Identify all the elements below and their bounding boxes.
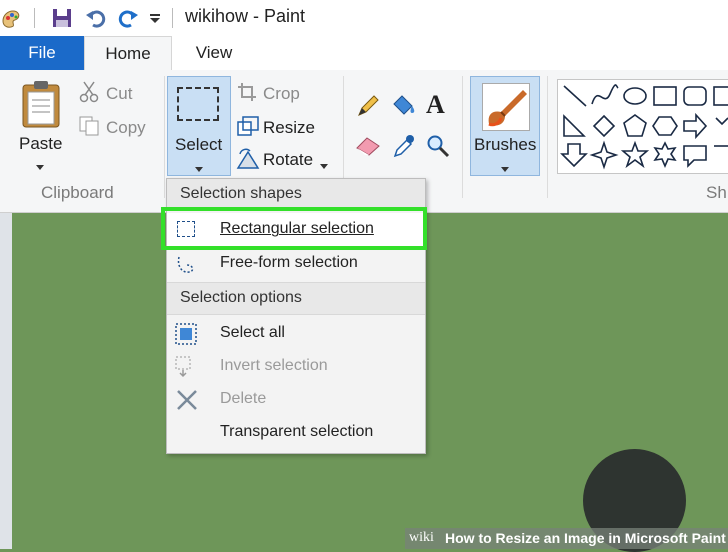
- menu-item-free-form-selection[interactable]: Free-form selection: [167, 247, 425, 280]
- undo-icon[interactable]: [84, 7, 108, 29]
- menu-item-transparent-selection[interactable]: Transparent selection: [167, 416, 425, 449]
- copy-icon[interactable]: [78, 115, 100, 142]
- tab-view[interactable]: View: [172, 36, 256, 70]
- rotate-icon[interactable]: [236, 148, 260, 175]
- customize-quick-access-icon[interactable]: [146, 7, 164, 29]
- watermark-brand: wiki: [409, 530, 434, 545]
- free-form-selection-icon: [175, 253, 197, 275]
- brushes-button[interactable]: Brushes: [470, 76, 540, 176]
- color-picker-icon[interactable]: [393, 134, 415, 163]
- paste-button[interactable]: Paste: [19, 134, 62, 154]
- menu-item-invert-selection[interactable]: Invert selection: [167, 350, 425, 383]
- highlight-box: [161, 207, 427, 250]
- menu-header-label: Selection options: [180, 289, 302, 306]
- text-tool-icon[interactable]: A: [426, 90, 445, 120]
- copy-button[interactable]: Copy: [106, 118, 146, 138]
- shapes-gallery: [557, 79, 728, 174]
- chevron-down-icon: [501, 160, 509, 178]
- menu-item-label: Transparent selection: [220, 423, 374, 440]
- select-all-icon: [175, 323, 197, 345]
- menu-header-selection-options: Selection options: [167, 282, 425, 315]
- magnifier-icon[interactable]: [426, 134, 450, 163]
- paint-app-icon[interactable]: [0, 7, 22, 29]
- watermark-text: How to Resize an Image in Microsoft Pain…: [445, 530, 726, 546]
- save-icon[interactable]: [50, 7, 74, 29]
- resize-icon[interactable]: [237, 116, 259, 141]
- paste-icon[interactable]: [20, 80, 62, 133]
- invert-selection-icon: [175, 356, 197, 378]
- menu-item-delete[interactable]: Delete: [167, 383, 425, 416]
- divider: [164, 76, 165, 198]
- brush-icon: [482, 83, 530, 131]
- canvas-margin: [0, 213, 12, 549]
- tab-home[interactable]: Home: [84, 36, 172, 72]
- watermark-banner: wiki How to Resize an Image in Microsoft…: [405, 528, 728, 549]
- menu-item-label: Free-form selection: [220, 254, 358, 271]
- redo-icon[interactable]: [116, 7, 140, 29]
- delete-icon: [175, 389, 197, 411]
- selection-rectangle-icon: [177, 87, 219, 121]
- ribbon-tabs: File Home View: [0, 36, 728, 72]
- chevron-down-icon[interactable]: [320, 157, 328, 175]
- scissors-icon[interactable]: [79, 81, 99, 108]
- menu-item-label: Invert selection: [220, 357, 328, 374]
- menu-item-label: Select all: [220, 324, 285, 341]
- menu-header-label: Selection shapes: [180, 185, 302, 202]
- rotate-button[interactable]: Rotate: [263, 150, 313, 170]
- menu-item-select-all[interactable]: Select all: [167, 317, 425, 350]
- shapes-group-label: Sh: [706, 183, 727, 202]
- divider: [172, 8, 173, 28]
- eraser-icon[interactable]: [355, 136, 381, 161]
- tab-file[interactable]: File: [0, 36, 84, 70]
- chevron-down-icon: [195, 160, 203, 178]
- pencil-icon[interactable]: [356, 94, 380, 123]
- chevron-down-icon[interactable]: [36, 158, 44, 176]
- fill-bucket-icon[interactable]: [390, 92, 416, 123]
- divider: [462, 76, 463, 198]
- window-title: wikihow - Paint: [185, 6, 306, 26]
- crop-button[interactable]: Crop: [263, 84, 300, 104]
- brushes-label: Brushes: [474, 135, 537, 154]
- crop-icon[interactable]: [237, 82, 257, 107]
- resize-button[interactable]: Resize: [263, 118, 315, 138]
- select-button[interactable]: Select: [167, 76, 231, 176]
- title-bar: wikihow - Paint: [0, 0, 728, 36]
- cut-button[interactable]: Cut: [106, 84, 132, 104]
- clipboard-group-label: Clipboard: [41, 183, 114, 202]
- divider: [34, 8, 35, 28]
- divider: [547, 76, 548, 198]
- menu-item-label: Delete: [220, 390, 267, 407]
- select-label: Select: [175, 135, 223, 154]
